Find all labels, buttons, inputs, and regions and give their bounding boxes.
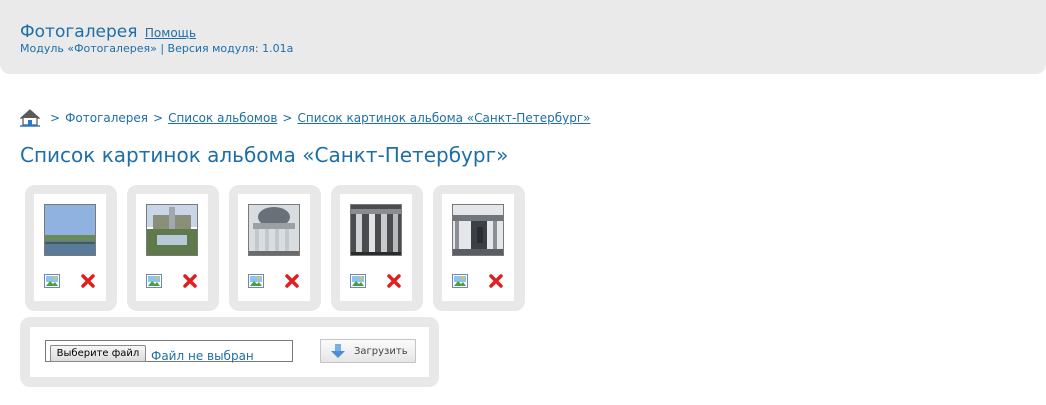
app-title: Фотогалерея	[20, 22, 138, 42]
breadcrumb-item-album-images[interactable]: Список картинок альбома «Санкт-Петербург…	[297, 111, 590, 125]
thumbnail-inner	[340, 194, 412, 301]
edit-image-icon[interactable]	[248, 274, 264, 288]
thumbnail-image[interactable]	[350, 204, 402, 256]
home-icon[interactable]	[20, 109, 40, 127]
breadcrumb: > Фотогалерея > Список альбомов > Список…	[20, 109, 590, 127]
header-panel: Фотогалерея Помощь Модуль «Фотогалерея» …	[0, 0, 1046, 74]
breadcrumb-separator: >	[50, 111, 61, 125]
download-arrow-icon	[331, 344, 345, 358]
file-status-text: Файл не выбран	[151, 349, 254, 363]
thumbnail-image[interactable]	[452, 204, 504, 256]
delete-icon[interactable]	[488, 273, 504, 289]
breadcrumb-separator: >	[282, 111, 293, 125]
delete-icon[interactable]	[386, 273, 402, 289]
thumbnail-inner	[34, 194, 106, 301]
breadcrumb-item-albums[interactable]: Список альбомов	[168, 111, 277, 125]
upload-panel: Выберите файл Файл не выбран Загрузить	[20, 317, 439, 387]
module-version-info: Модуль «Фотогалерея» | Версия модуля: 1.…	[20, 42, 294, 55]
thumbnail-card	[433, 185, 525, 311]
thumbnail-card	[331, 185, 423, 311]
thumbnail-image[interactable]	[44, 204, 96, 256]
choose-file-button[interactable]: Выберите файл	[50, 345, 146, 362]
breadcrumb-separator: >	[153, 111, 164, 125]
page-title: Список картинок альбома «Санкт-Петербург…	[20, 143, 509, 167]
delete-icon[interactable]	[182, 273, 198, 289]
thumbnail-card	[25, 185, 117, 311]
breadcrumb-item-gallery: Фотогалерея	[65, 111, 148, 125]
thumbnail-inner	[136, 194, 208, 301]
edit-image-icon[interactable]	[146, 274, 162, 288]
thumbnail-card	[229, 185, 321, 311]
header-title-row: Фотогалерея Помощь	[20, 22, 196, 42]
thumbnail-image[interactable]	[248, 204, 300, 256]
edit-image-icon[interactable]	[44, 274, 60, 288]
delete-icon[interactable]	[80, 273, 96, 289]
edit-image-icon[interactable]	[452, 274, 468, 288]
help-link[interactable]: Помощь	[145, 26, 196, 40]
thumbnail-grid	[25, 185, 535, 311]
thumbnail-inner	[238, 194, 310, 301]
thumbnail-card	[127, 185, 219, 311]
delete-icon[interactable]	[284, 273, 300, 289]
thumbnail-inner	[442, 194, 514, 301]
upload-button[interactable]: Загрузить	[320, 339, 416, 363]
file-input[interactable]: Выберите файл Файл не выбран	[45, 340, 293, 363]
thumbnail-image[interactable]	[146, 204, 198, 256]
upload-inner: Выберите файл Файл не выбран Загрузить	[30, 327, 429, 377]
upload-button-label: Загрузить	[354, 345, 408, 357]
edit-image-icon[interactable]	[350, 274, 366, 288]
